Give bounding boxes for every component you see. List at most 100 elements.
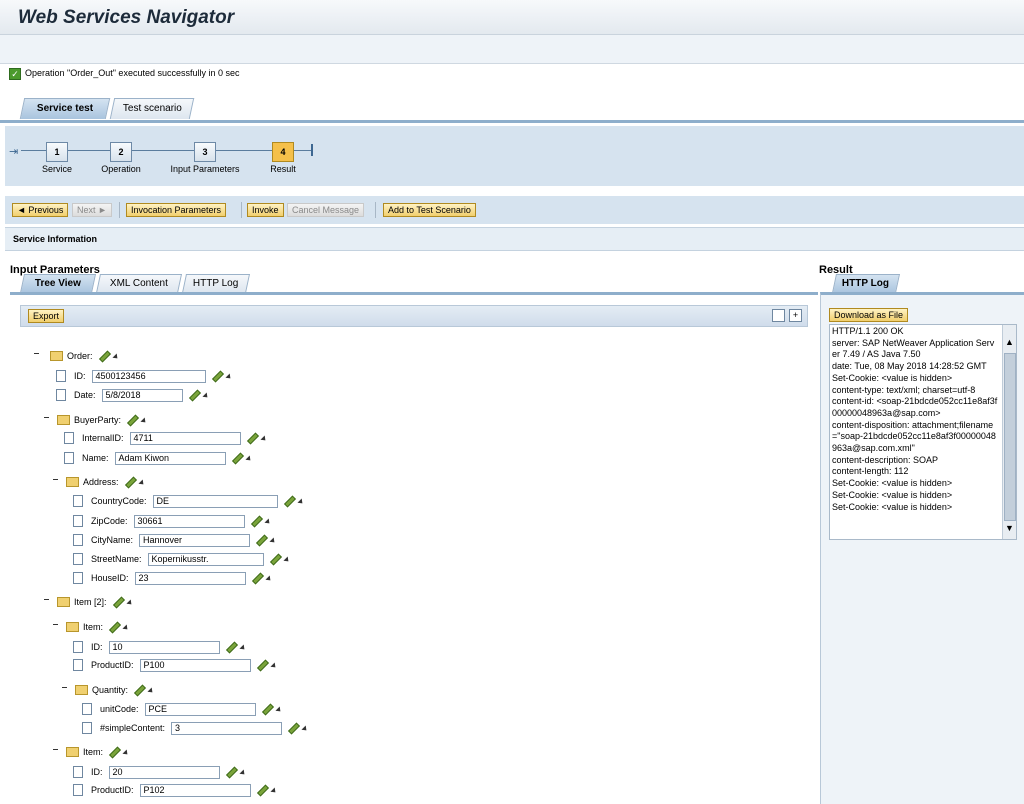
edit-pencil-icon[interactable] (127, 414, 140, 427)
tab-test-scenario[interactable]: Test scenario (109, 98, 195, 119)
tab-http-log-result[interactable]: HTTP Log (831, 274, 901, 293)
city-name-input[interactable]: Hannover (139, 534, 251, 548)
roadmap-step-1[interactable]: 1 (46, 142, 68, 162)
tree-node-item-2[interactable]: Item: (66, 745, 130, 759)
simple-content-input[interactable]: 3 (171, 722, 283, 736)
menu-triangle-icon[interactable] (259, 435, 268, 443)
tab-http-log-input[interactable]: HTTP Log (181, 274, 251, 293)
menu-triangle-icon[interactable] (301, 725, 309, 733)
collapse-toggle-icon[interactable] (53, 479, 58, 480)
zip-code-input[interactable]: 30661 (133, 515, 245, 529)
invocation-parameters-button[interactable]: Invocation Parameters (126, 203, 227, 217)
tree-node-item-list[interactable]: Item [2]: (57, 595, 134, 609)
street-name-input[interactable]: Kopernikusstr. (147, 553, 264, 567)
menu-triangle-icon[interactable] (238, 644, 247, 652)
menu-triangle-icon[interactable] (201, 392, 210, 400)
order-date-input[interactable]: 5/8/2018 (101, 389, 183, 403)
menu-triangle-icon[interactable] (125, 599, 134, 607)
menu-triangle-icon[interactable] (238, 769, 247, 777)
edit-pencil-icon[interactable] (109, 746, 122, 759)
tree-node-item-1[interactable]: Item: (66, 620, 130, 634)
export-button[interactable]: Export (28, 309, 65, 323)
edit-pencil-icon[interactable] (134, 684, 147, 697)
internal-id-input[interactable]: 4711 (129, 432, 241, 446)
unit-code-input[interactable]: PCE (144, 703, 256, 717)
collapse-toggle-icon[interactable] (53, 624, 58, 625)
scroll-down-icon[interactable]: ▼ (1005, 523, 1014, 533)
collapse-toggle-icon[interactable] (44, 599, 49, 600)
menu-triangle-icon[interactable] (137, 479, 146, 487)
edit-pencil-icon[interactable] (98, 350, 111, 363)
edit-pencil-icon[interactable] (225, 641, 238, 654)
country-code-input[interactable]: DE (152, 495, 278, 509)
edit-pencil-icon[interactable] (112, 596, 125, 609)
collapse-toggle-icon[interactable] (34, 353, 39, 354)
roadmap-step-4-label[interactable]: Result (233, 164, 333, 174)
edit-pencil-icon[interactable] (109, 621, 122, 634)
item-2-id-input[interactable]: 20 (108, 766, 220, 780)
menu-triangle-icon[interactable] (224, 373, 233, 381)
cancel-message-button[interactable]: Cancel Message (287, 203, 365, 217)
edit-pencil-icon[interactable] (251, 572, 264, 585)
item-2-product-id-input[interactable]: P102 (139, 784, 251, 798)
scroll-thumb[interactable] (1004, 353, 1016, 521)
edit-pencil-icon[interactable] (256, 659, 269, 672)
menu-triangle-icon[interactable] (269, 787, 278, 795)
edit-pencil-icon[interactable] (269, 553, 282, 566)
edit-pencil-icon[interactable] (246, 432, 259, 445)
tree-node-order[interactable]: Order: (50, 349, 120, 363)
collapse-all-icon[interactable] (772, 309, 785, 322)
edit-pencil-icon[interactable] (250, 515, 263, 528)
download-as-file-button[interactable]: Download as File (829, 308, 909, 322)
menu-triangle-icon[interactable] (111, 353, 120, 361)
menu-triangle-icon[interactable] (140, 417, 148, 425)
edit-pencil-icon[interactable] (225, 766, 238, 779)
edit-pencil-icon[interactable] (188, 389, 201, 402)
tab-tree-view[interactable]: Tree View (19, 274, 97, 293)
tree-node-buyer-party[interactable]: BuyerParty: (57, 413, 148, 427)
menu-triangle-icon[interactable] (269, 662, 278, 670)
roadmap-step-2[interactable]: 2 (110, 142, 132, 162)
previous-button[interactable]: ◄ Previous (12, 203, 69, 217)
scroll-up-icon[interactable]: ▲ (1005, 337, 1014, 347)
edit-pencil-icon[interactable] (288, 722, 301, 735)
tab-xml-content[interactable]: XML Content (95, 274, 183, 293)
edit-pencil-icon[interactable] (283, 495, 296, 508)
expand-all-icon[interactable]: + (789, 309, 802, 322)
house-id-input[interactable]: 23 (134, 572, 246, 586)
edit-pencil-icon[interactable] (231, 452, 244, 465)
menu-triangle-icon[interactable] (122, 624, 130, 632)
menu-triangle-icon[interactable] (147, 687, 155, 695)
collapse-toggle-icon[interactable] (53, 749, 58, 750)
edit-pencil-icon[interactable] (256, 534, 269, 547)
http-log-scrollbar[interactable]: ▲ ▼ (1002, 325, 1016, 539)
service-information-bar[interactable]: Service Information (5, 227, 1024, 251)
tab-service-test[interactable]: Service test (19, 98, 111, 119)
roadmap-step-3[interactable]: 3 (194, 142, 216, 162)
item-1-id-input[interactable]: 10 (108, 641, 220, 655)
name-input[interactable]: Adam Kiwon (114, 452, 226, 466)
menu-triangle-icon[interactable] (296, 498, 305, 506)
menu-triangle-icon[interactable] (122, 749, 130, 757)
menu-triangle-icon[interactable] (282, 556, 291, 564)
collapse-toggle-icon[interactable] (62, 687, 67, 688)
edit-pencil-icon[interactable] (211, 370, 224, 383)
menu-triangle-icon[interactable] (264, 575, 273, 583)
menu-triangle-icon[interactable] (274, 706, 283, 714)
menu-triangle-icon[interactable] (263, 518, 272, 526)
roadmap-step-4[interactable]: 4 (272, 142, 294, 162)
order-id-input[interactable]: 4500123456 (91, 370, 206, 384)
edit-pencil-icon[interactable] (256, 784, 269, 797)
menu-triangle-icon[interactable] (244, 455, 253, 463)
item-1-product-id-input[interactable]: P100 (139, 659, 251, 673)
collapse-toggle-icon[interactable] (44, 417, 49, 418)
tree-node-address[interactable]: Address: (66, 475, 146, 489)
menu-triangle-icon[interactable] (269, 537, 277, 545)
tree-node-quantity[interactable]: Quantity: (75, 683, 155, 697)
invoke-button[interactable]: Invoke (247, 203, 284, 217)
edit-pencil-icon[interactable] (124, 476, 137, 489)
edit-pencil-icon[interactable] (261, 703, 274, 716)
http-log-textarea[interactable]: HTTP/1.1 200 OK server: SAP NetWeaver Ap… (829, 324, 1017, 540)
add-to-test-scenario-button[interactable]: Add to Test Scenario (383, 203, 476, 217)
next-button[interactable]: Next ► (72, 203, 112, 217)
